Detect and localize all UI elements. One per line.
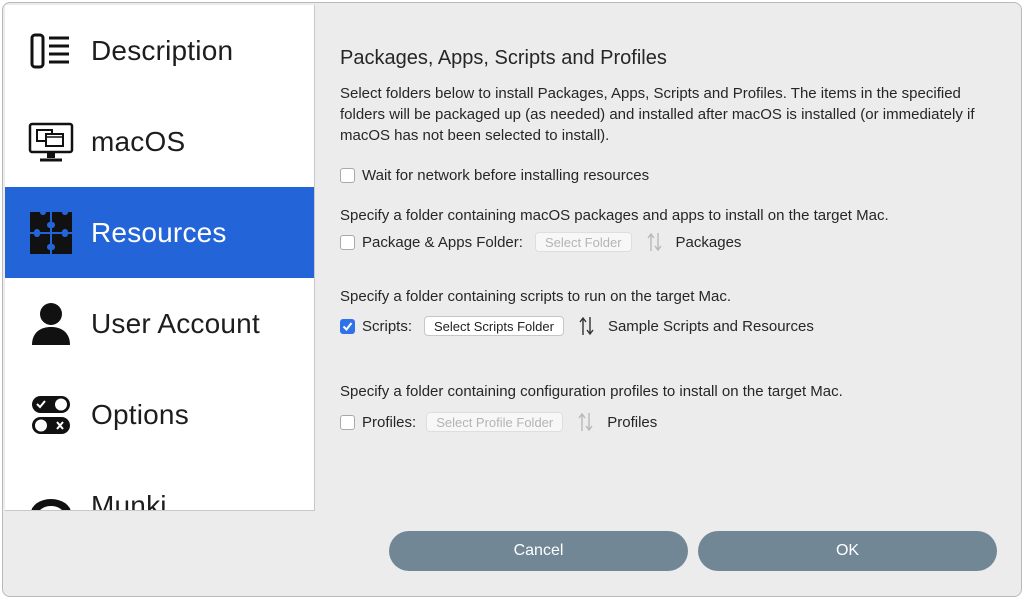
select-folder-button[interactable]: Select Folder (534, 232, 632, 252)
profiles-instruction: Specify a folder containing configuratio… (340, 383, 843, 400)
dialog-window: Description macOS Resources User Account… (2, 2, 1022, 597)
sidebar-item-label: Options (91, 398, 189, 430)
scripts-checkbox[interactable] (340, 318, 355, 334)
page-description: Select folders below to install Packages… (340, 85, 975, 144)
sort-arrows-icon (575, 410, 597, 434)
packages-row: Package & Apps Folder: Select Folder Pac… (340, 230, 741, 254)
profiles-folder-value: Profiles (607, 413, 658, 431)
sidebar-item-munki[interactable]: Munki (5, 460, 314, 511)
checkmark-icon (342, 321, 353, 331)
sort-arrows-icon (644, 230, 666, 254)
sort-arrows-icon (576, 314, 598, 338)
sidebar-item-label: User Account (91, 307, 260, 339)
resources-panel: Packages, Apps, Scripts and Profiles Sel… (315, 3, 1021, 596)
user-icon (27, 300, 75, 348)
sidebar-item-options[interactable]: Options (5, 369, 314, 460)
packages-checkbox[interactable] (340, 234, 355, 250)
wait-network-label: Wait for network before installing resou… (362, 167, 650, 184)
sidebar-item-description[interactable]: Description (5, 5, 314, 96)
sidebar-item-macos[interactable]: macOS (5, 96, 314, 187)
profiles-label: Profiles: (362, 413, 417, 431)
packages-instruction: Specify a folder containing macOS packag… (340, 207, 889, 224)
packages-folder-value: Packages (675, 233, 742, 251)
toggles-icon (27, 391, 75, 439)
description-icon (27, 27, 75, 75)
page-title: Packages, Apps, Scripts and Profiles (340, 47, 667, 69)
profiles-checkbox[interactable] (340, 414, 355, 430)
wait-network-checkbox[interactable] (340, 168, 355, 183)
cancel-button[interactable]: Cancel (389, 531, 688, 571)
sidebar-item-label: macOS (91, 125, 186, 157)
scripts-folder-value: Sample Scripts and Resources (607, 317, 814, 335)
puzzle-icon (27, 209, 75, 257)
profiles-row: Profiles: Select Profile Folder Profiles (340, 410, 657, 434)
select-profile-folder-button[interactable]: Select Profile Folder (426, 412, 564, 432)
munki-icon (27, 482, 75, 510)
ok-button[interactable]: OK (698, 531, 997, 571)
wait-network-row: Wait for network before installing resou… (340, 167, 649, 184)
sidebar-item-user-account[interactable]: User Account (5, 278, 314, 369)
monitor-icon (27, 118, 75, 166)
sidebar-item-resources[interactable]: Resources (5, 187, 314, 278)
sidebar: Description macOS Resources User Account… (5, 5, 315, 511)
scripts-instruction: Specify a folder containing scripts to r… (340, 288, 732, 305)
scripts-label: Scripts: (362, 317, 413, 335)
select-scripts-folder-button[interactable]: Select Scripts Folder (424, 316, 564, 336)
scripts-row: Scripts: Select Scripts Folder Sample Sc… (340, 314, 814, 338)
sidebar-item-label: Munki (91, 489, 167, 511)
sidebar-item-label: Description (91, 34, 234, 66)
packages-label: Package & Apps Folder: (362, 233, 523, 251)
sidebar-item-label: Resources (91, 216, 227, 248)
